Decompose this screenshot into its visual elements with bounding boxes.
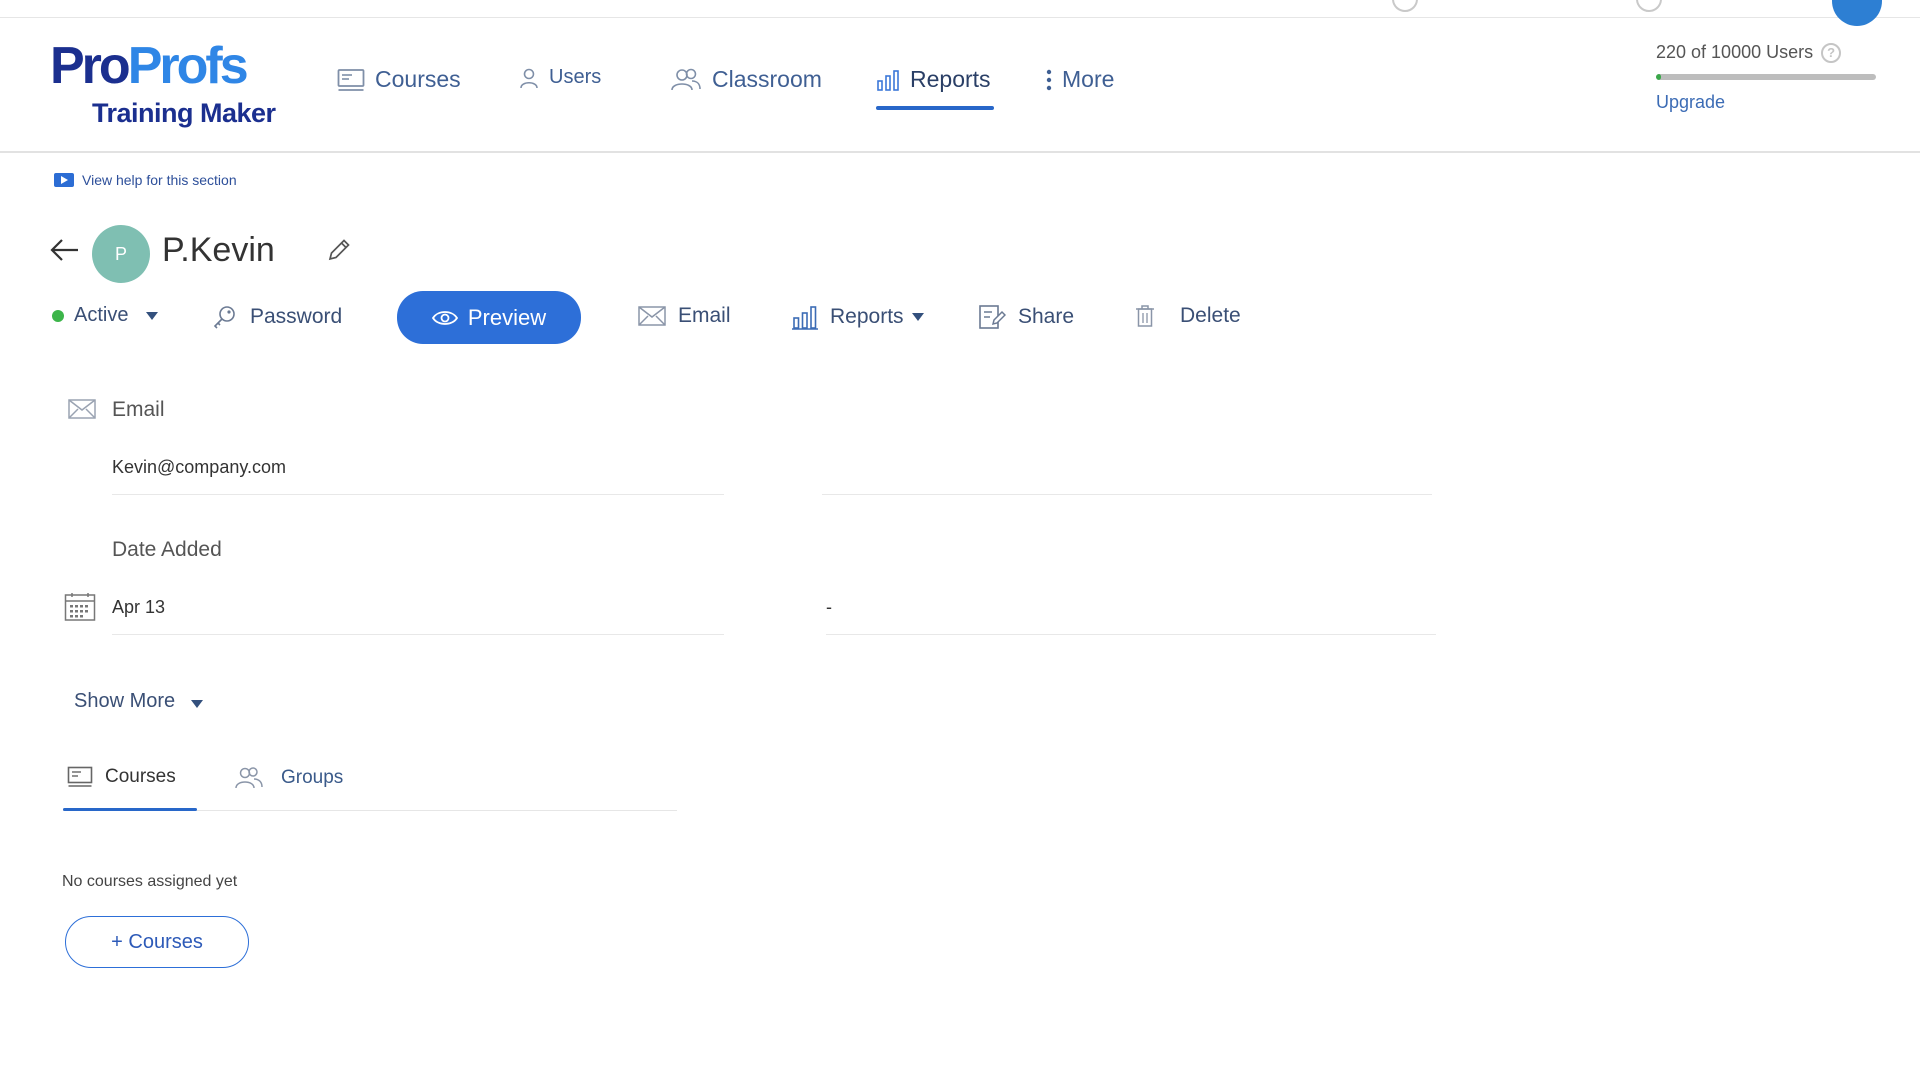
tab-label: Courses — [105, 766, 176, 787]
email-divider — [112, 494, 724, 495]
nav-label: Courses — [375, 66, 461, 92]
calendar-icon — [64, 593, 96, 621]
email-button[interactable]: Email — [638, 304, 731, 328]
group-icon — [671, 68, 701, 90]
logo-part-2: Profs — [127, 37, 249, 95]
chevron-down-icon — [146, 311, 159, 320]
no-courses-message: No courses assigned yet — [62, 873, 238, 890]
email-label: Email — [678, 304, 731, 327]
tab-label: Groups — [281, 767, 344, 788]
top-circle-icon[interactable] — [1392, 0, 1418, 12]
course-monitor-icon — [67, 766, 93, 787]
reports-label: Reports — [830, 305, 904, 328]
view-help-link[interactable]: View help for this section — [54, 172, 237, 188]
preview-label: Preview — [467, 304, 547, 330]
course-monitor-icon — [337, 68, 365, 91]
tab-groups[interactable]: Groups — [235, 766, 343, 790]
tab-active-indicator — [63, 808, 197, 811]
logo-part-1: Pro — [50, 37, 131, 95]
delete-button[interactable]: Delete — [1134, 304, 1241, 328]
app-header: ProProfs Training Maker Courses Users Cl… — [0, 18, 1920, 153]
top-circle-icon[interactable] — [1636, 0, 1662, 12]
back-arrow-icon[interactable] — [50, 238, 80, 262]
active-status-dot — [52, 309, 64, 322]
user-quota-bar — [1656, 74, 1876, 80]
date-added-value: Apr 13 — [112, 597, 166, 617]
avatar-initial: P — [114, 243, 127, 264]
date-divider-secondary — [826, 634, 1436, 635]
logo-subtitle: Training Maker — [92, 98, 276, 128]
logo-wordmark: ProProfs — [50, 37, 249, 95]
email-value: Kevin@company.com — [112, 457, 287, 477]
share-edit-icon — [979, 305, 1006, 329]
email-divider-secondary — [822, 494, 1432, 495]
nav-active-indicator — [876, 106, 994, 110]
date-secondary-value: - — [826, 597, 832, 617]
user-name-title: P.Kevin — [162, 231, 275, 269]
nav-label: Users — [549, 66, 602, 88]
email-field-label: Email — [112, 398, 165, 421]
status-label: Active — [74, 304, 129, 326]
user-icon — [520, 68, 538, 88]
group-icon — [235, 767, 263, 789]
chevron-down-icon — [911, 313, 924, 321]
top-strip — [0, 0, 1920, 26]
nav-label: More — [1062, 66, 1115, 92]
view-help-text: View help for this section — [82, 172, 237, 188]
pencil-edit-icon[interactable] — [326, 237, 352, 263]
help-icon[interactable]: ? — [1821, 42, 1842, 63]
date-added-label: Date Added — [112, 538, 222, 561]
user-count-text: 220 of 10000 Users — [1656, 42, 1814, 62]
share-label: Share — [1018, 305, 1075, 328]
reports-dropdown[interactable]: Reports — [792, 304, 924, 330]
nav-courses[interactable]: Courses — [337, 66, 461, 93]
bar-chart-icon — [792, 306, 818, 330]
nav-classroom[interactable]: Classroom — [670, 66, 822, 93]
key-icon — [213, 306, 235, 329]
video-play-icon — [54, 173, 74, 187]
chevron-down-icon — [191, 699, 204, 708]
nav-more[interactable]: More — [1046, 66, 1114, 93]
nav-label: Classroom — [712, 66, 822, 92]
avatar: P — [92, 225, 150, 283]
delete-label: Delete — [1180, 304, 1241, 327]
eye-icon — [431, 310, 458, 325]
preview-button[interactable]: Preview — [397, 291, 581, 344]
user-quota: 220 of 10000 Users ? Upgrade — [1656, 42, 1876, 113]
trash-icon — [1136, 305, 1154, 327]
share-button[interactable]: Share — [978, 304, 1074, 330]
nav-label: Reports — [910, 66, 991, 92]
add-courses-button[interactable]: + Courses — [65, 916, 249, 968]
add-courses-label: + Courses — [111, 930, 203, 953]
proprofs-logo[interactable]: ProProfs Training Maker — [50, 38, 280, 128]
envelope-icon — [638, 306, 666, 326]
show-more-toggle[interactable]: Show More — [74, 690, 204, 713]
show-more-label: Show More — [74, 690, 176, 712]
status-dropdown[interactable]: Active — [52, 304, 159, 327]
nav-reports[interactable]: Reports — [876, 66, 991, 93]
password-button[interactable]: Password — [212, 304, 342, 330]
envelope-icon — [68, 399, 96, 419]
date-divider — [112, 634, 724, 635]
password-label: Password — [250, 305, 343, 328]
upgrade-link[interactable]: Upgrade — [1656, 92, 1876, 113]
bar-chart-icon — [877, 69, 899, 91]
kebab-icon — [1046, 69, 1052, 90]
nav-users[interactable]: Users — [519, 66, 601, 89]
tab-courses[interactable]: Courses — [67, 766, 176, 788]
user-quota-fill — [1656, 74, 1661, 80]
